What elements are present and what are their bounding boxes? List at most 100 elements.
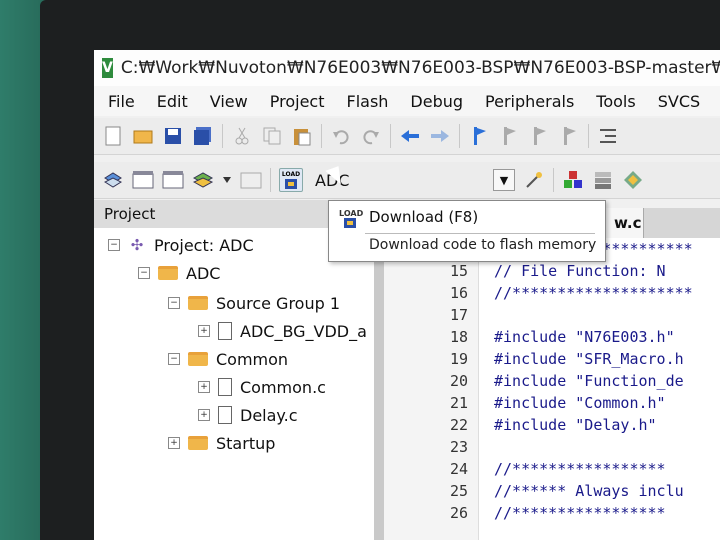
collapse-icon[interactable]: − [168,353,180,365]
code-text: // File Function: N [494,262,666,280]
ide-window: V C:₩Work₩Nuvoton₩N76E003₩N76E003-BSP₩N7… [94,50,720,540]
nav-back-icon[interactable] [399,125,421,147]
tab-label: w.c [614,214,642,232]
menu-tools[interactable]: Tools [596,92,635,111]
collapse-icon[interactable]: − [138,267,150,279]
toolbar-separator [588,124,589,148]
build-toolbar: LOAD ADC ▼ [94,162,720,199]
tree-item-project[interactable]: − ✣ Project: ADC [108,232,254,258]
tree-item-target[interactable]: − ADC [138,260,220,286]
tree-item-file[interactable]: + ADC_BG_VDD_a [198,318,367,344]
copy-icon[interactable] [261,125,283,147]
tree-item-label: Source Group 1 [216,293,341,313]
rebuild-icon[interactable] [162,169,184,191]
bookmark-prev-icon[interactable] [498,125,520,147]
tree-item-label: Startup [216,433,276,453]
code-line: 21 #include "Common.h" [384,392,666,414]
menu-view[interactable]: View [210,92,248,111]
expand-icon[interactable]: + [198,409,210,421]
expand-icon[interactable]: + [198,325,210,337]
menu-file[interactable]: File [108,92,135,111]
new-file-icon[interactable] [102,125,124,147]
build-icon[interactable] [132,169,154,191]
project-tree: − ✣ Project: ADC − ADC − Source Group 1 … [94,228,374,540]
tree-item-group[interactable]: + Startup [168,430,275,456]
menu-debug[interactable]: Debug [410,92,463,111]
expand-icon[interactable]: + [168,437,180,449]
line-number: 26 [449,504,468,522]
options-for-target-icon[interactable] [523,169,545,191]
nav-forward-icon[interactable] [429,125,451,147]
folder-icon [188,296,208,310]
code-editor[interactable]: 14//******************** 15// File Funct… [384,238,720,540]
tooltip-load-label: LOAD [339,209,364,218]
code-line: 25 //****** Always inclu [384,480,684,502]
folder-icon [188,352,208,366]
line-number: 25 [449,482,468,500]
tree-item-label: Common.c [240,377,326,397]
load-download-icon[interactable]: LOAD [279,168,303,192]
bookmark-icon[interactable] [468,125,490,147]
menu-peripherals[interactable]: Peripherals [485,92,574,111]
tree-item-group[interactable]: − Source Group 1 [168,290,340,316]
menu-edit[interactable]: Edit [157,92,188,111]
line-number: 21 [449,394,468,412]
load-download-icon: LOAD [339,209,364,229]
tree-item-group[interactable]: − Common [168,346,288,372]
line-number: 18 [449,328,468,346]
manage-components-icon[interactable] [562,169,584,191]
target-select[interactable]: ADC ▼ [315,167,515,193]
file-toolbar [94,118,720,155]
bookmark-next-icon[interactable] [528,125,550,147]
batch-dropdown-icon[interactable] [222,169,232,191]
toolbar-separator [222,124,223,148]
line-number: 22 [449,416,468,434]
menu-flash[interactable]: Flash [346,92,388,111]
collapse-icon[interactable]: − [168,297,180,309]
download-tooltip: LOAD Download (F8) Download code to flas… [328,200,606,262]
code-text: #include "Delay.h" [494,416,657,434]
bookmark-clear-icon[interactable] [558,125,580,147]
code-line: 22 #include "Delay.h" [384,414,657,436]
cut-icon[interactable] [231,125,253,147]
tree-item-file[interactable]: + Common.c [198,374,326,400]
expand-icon[interactable]: + [198,381,210,393]
open-folder-icon[interactable] [132,125,154,147]
folder-icon [158,266,178,280]
code-line: 18 #include "N76E003.h" [384,326,675,348]
save-icon[interactable] [162,125,184,147]
line-number: 15 [449,262,468,280]
pack-installer-icon[interactable] [622,169,644,191]
tree-item-label: Common [216,349,289,369]
indent-icon[interactable] [597,125,619,147]
undo-icon[interactable] [330,125,352,147]
tree-item-label: ADC [186,263,221,283]
redo-icon[interactable] [360,125,382,147]
tree-item-file[interactable]: + Delay.c [198,402,297,428]
line-number: 23 [449,438,468,456]
file-extensions-icon[interactable] [592,169,614,191]
menu-project[interactable]: Project [270,92,325,111]
keil-app-icon: V [102,58,113,78]
file-icon [218,378,232,396]
stop-build-icon[interactable] [240,169,262,191]
toolbar-separator [390,124,391,148]
menu-svcs[interactable]: SVCS [658,92,700,111]
line-number: 16 [449,284,468,302]
line-number: 17 [449,306,468,324]
tree-item-label: ADC_BG_VDD_a [240,321,367,341]
collapse-icon[interactable]: − [108,239,120,251]
project-panel-title: Project [104,205,156,223]
paste-icon[interactable] [291,125,313,147]
code-line: 17 [384,304,494,326]
chevron-down-icon[interactable]: ▼ [493,169,515,191]
code-text: //******************** [494,284,693,302]
batch-build-icon[interactable] [192,169,214,191]
save-all-icon[interactable] [192,125,214,147]
translate-icon[interactable] [102,169,124,191]
menu-bar: File Edit View Project Flash Debug Perip… [94,86,720,116]
toolbar-separator [270,168,271,192]
line-number: 19 [449,350,468,368]
code-line: 24 //***************** [384,458,666,480]
code-line: 19 #include "SFR_Macro.h [384,348,684,370]
